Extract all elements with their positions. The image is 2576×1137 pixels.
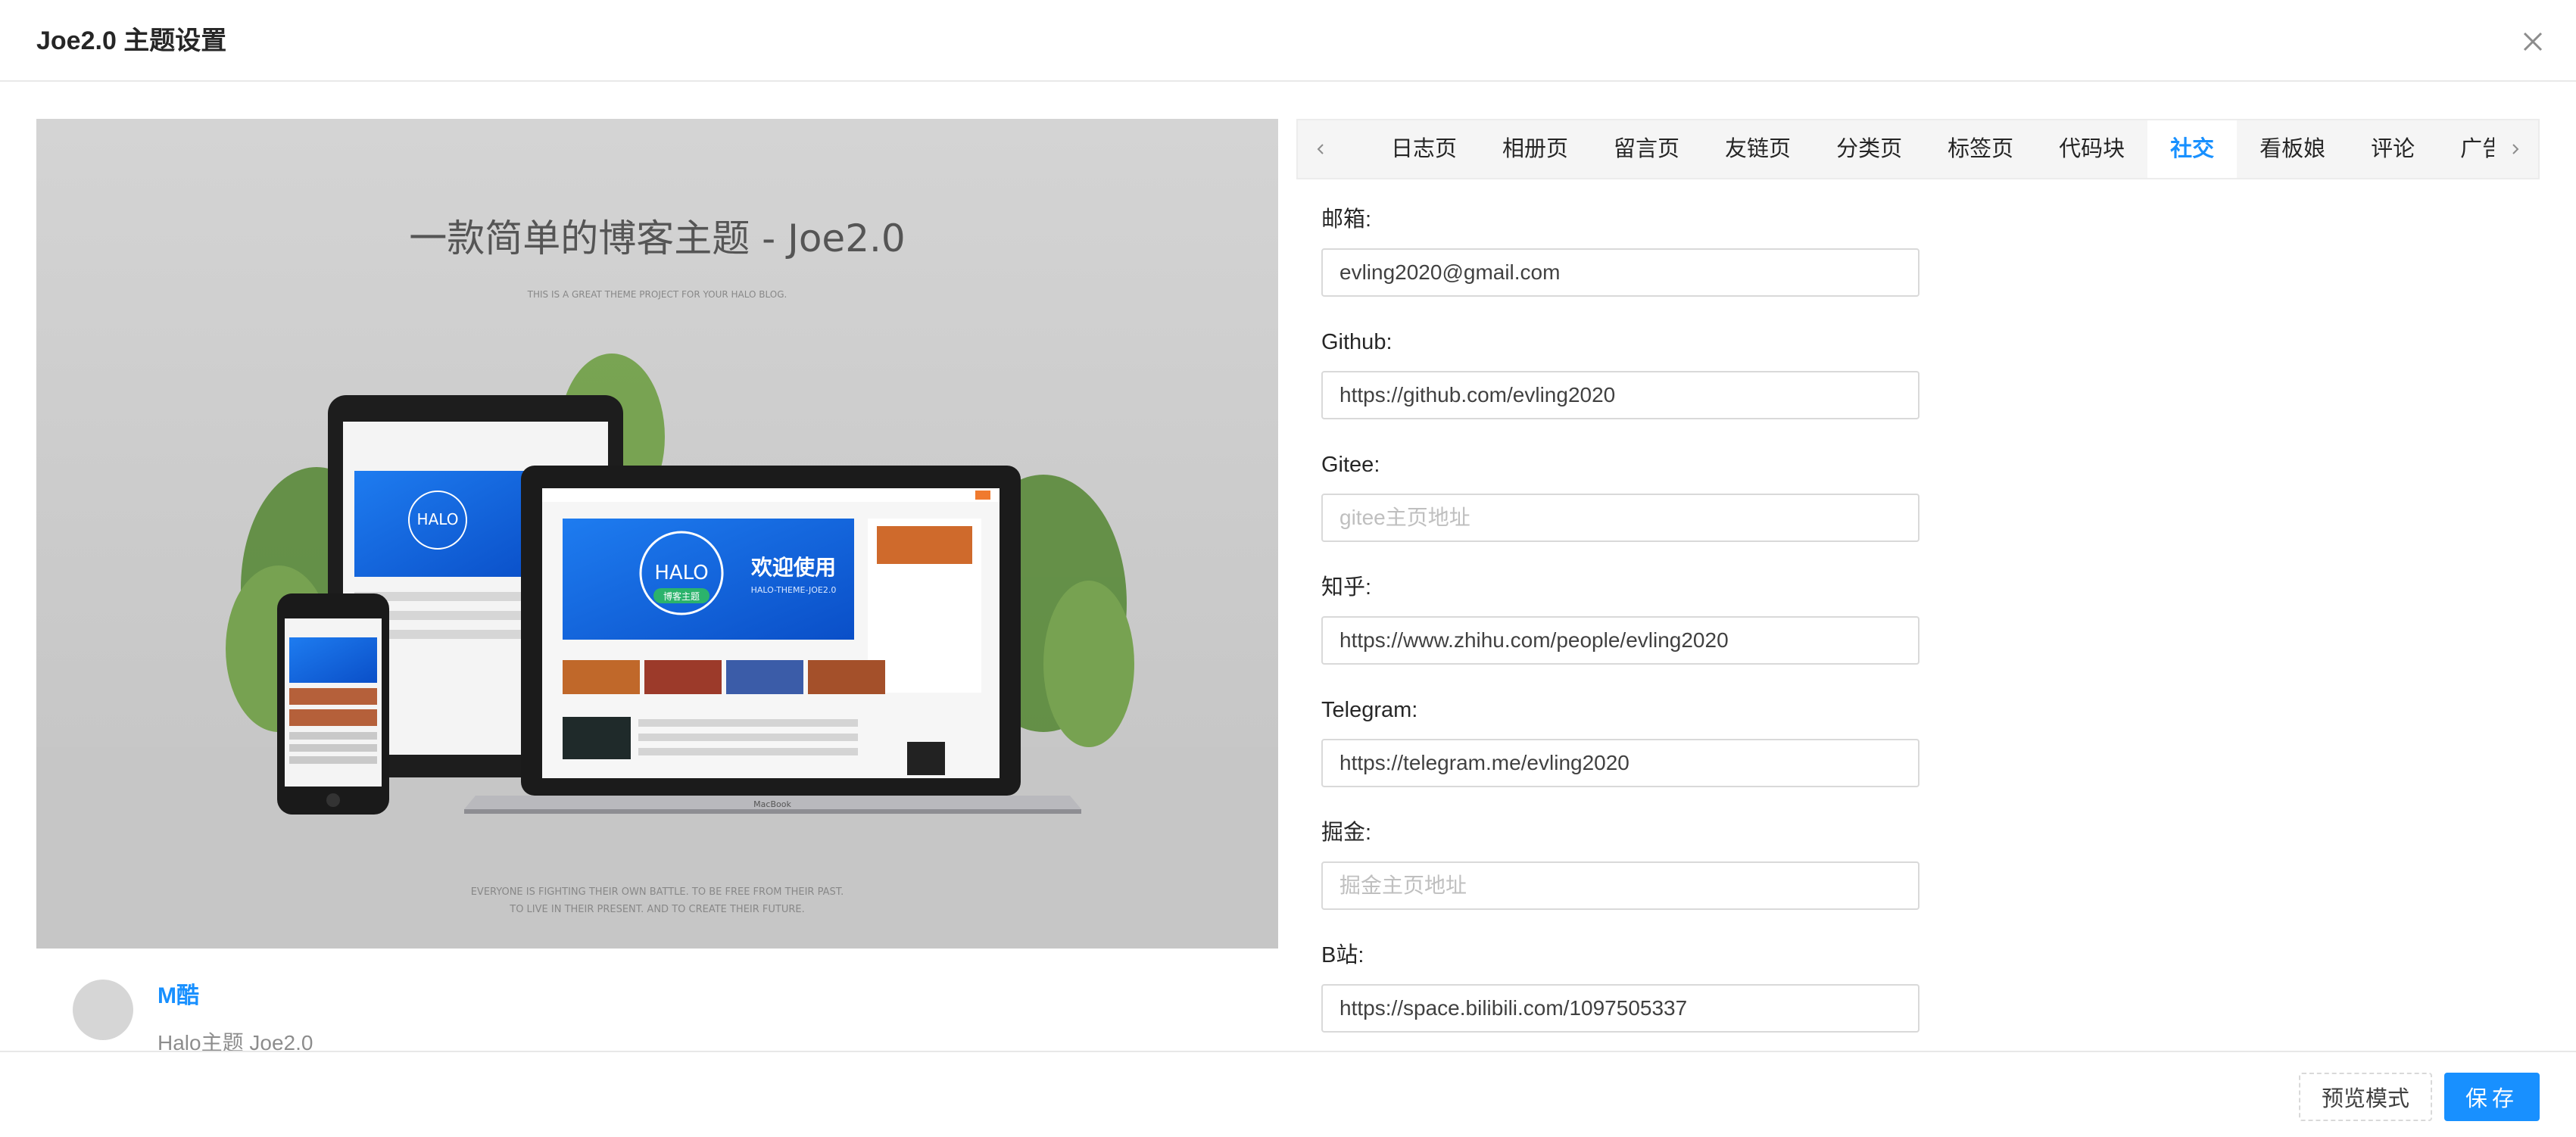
tab-comments[interactable]: 评论: [2348, 120, 2437, 178]
gitee-label: Gitee:: [1321, 453, 1380, 477]
tab-categories[interactable]: 分类页: [1813, 120, 1925, 178]
juejin-field-group: 掘金:: [1321, 818, 1927, 940]
bilibili-input[interactable]: [1321, 984, 1920, 1033]
zhihu-label: 知乎:: [1321, 575, 1372, 600]
tab-tags[interactable]: 标签页: [1925, 120, 2036, 178]
telegram-input[interactable]: [1321, 739, 1920, 787]
tab-links[interactable]: 友链页: [1702, 120, 1813, 178]
save-button[interactable]: 保存: [2444, 1073, 2540, 1121]
settings-tabs: 日志页 相册页 留言页 友链页 分类页 标签页 代码块 社交 看板娘 评论 广告: [1296, 119, 2540, 179]
juejin-input[interactable]: [1321, 861, 1920, 910]
svg-text:HALO-THEME-JOE2.0: HALO-THEME-JOE2.0: [751, 585, 837, 595]
svg-text:HALO: HALO: [417, 510, 459, 528]
avatar: [73, 980, 133, 1040]
tab-next-arrow-icon[interactable]: [2493, 120, 2538, 178]
zhihu-field-group: 知乎:: [1321, 572, 1927, 695]
svg-text:MacBook: MacBook: [753, 799, 791, 809]
social-settings-form: 邮箱: Github: Gitee: 知乎: Telegram: 掘金: B站:: [1321, 204, 1927, 1063]
bilibili-label: B站:: [1321, 943, 1364, 967]
tab-gallery[interactable]: 相册页: [1480, 120, 1591, 178]
tab-journal[interactable]: 日志页: [1368, 120, 1480, 178]
preview-subhead: THIS IS A GREAT THEME PROJECT FOR YOUR H…: [527, 289, 787, 300]
preview-mode-button[interactable]: 预览模式: [2299, 1073, 2432, 1121]
theme-preview-image: 一款简单的博客主题 - Joe2.0 THIS IS A GREAT THEME…: [36, 119, 1278, 949]
preview-quote-line2: TO LIVE IN THEIR PRESENT. AND TO CREATE …: [509, 904, 805, 915]
tab-live2d[interactable]: 看板娘: [2237, 120, 2348, 178]
author-name[interactable]: M酷: [157, 981, 199, 1011]
github-field-group: Github:: [1321, 327, 1927, 450]
gitee-field-group: Gitee:: [1321, 450, 1927, 572]
dialog-title: Joe2.0 主题设置: [36, 26, 227, 55]
bilibili-field-group: B站:: [1321, 940, 1927, 1063]
tab-social[interactable]: 社交: [2147, 120, 2238, 178]
tab-list: 日志页 相册页 留言页 友链页 分类页 标签页 代码块 社交 看板娘 评论 广告: [1343, 120, 2494, 178]
github-label: Github:: [1321, 330, 1392, 354]
tab-prev-arrow-icon[interactable]: [1298, 120, 1343, 178]
github-input[interactable]: [1321, 371, 1920, 419]
dialog-footer: 预览模式 保存: [0, 1051, 2576, 1137]
svg-text:欢迎使用: 欢迎使用: [750, 555, 836, 580]
email-label: 邮箱:: [1321, 207, 1372, 232]
svg-text:博客主题: 博客主题: [663, 590, 700, 602]
email-input[interactable]: [1321, 248, 1920, 297]
preview-headline: 一款简单的博客主题 - Joe2.0: [409, 216, 905, 260]
svg-text:HALO: HALO: [654, 562, 708, 584]
tab-code-block[interactable]: 代码块: [2036, 120, 2147, 178]
juejin-label: 掘金:: [1321, 821, 1372, 845]
preview-quote-line1: EVERYONE IS FIGHTING THEIR OWN BATTLE. T…: [471, 886, 844, 898]
dialog-header: Joe2.0 主题设置: [0, 0, 2576, 82]
zhihu-input[interactable]: [1321, 616, 1920, 665]
close-icon[interactable]: [2514, 23, 2552, 61]
tab-guestbook[interactable]: 留言页: [1591, 120, 1702, 178]
telegram-field-group: Telegram:: [1321, 695, 1927, 818]
theme-author: M酷 Halo主题 Joe2.0: [36, 969, 1278, 1054]
gitee-input[interactable]: [1321, 494, 1920, 542]
email-field-group: 邮箱:: [1321, 204, 1927, 327]
tab-ads[interactable]: 广告: [2437, 120, 2494, 178]
telegram-label: Telegram:: [1321, 698, 1418, 722]
